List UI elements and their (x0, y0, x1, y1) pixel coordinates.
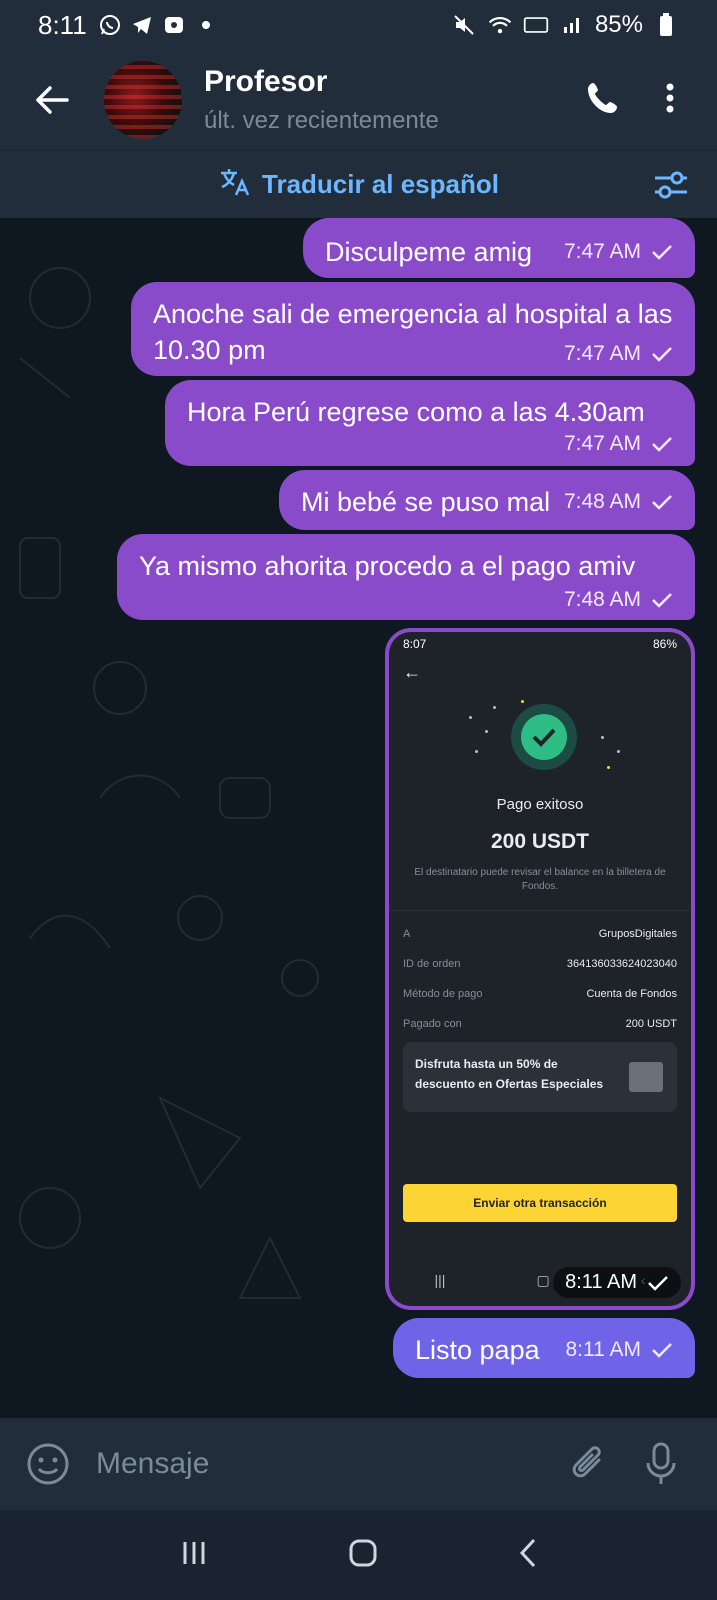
message-time: 7:47 AM (563, 432, 641, 455)
screenshot-status-time: 8:07 (403, 637, 427, 651)
coupon-icon (629, 1062, 663, 1092)
checkmark-icon (532, 728, 556, 747)
message-text: Mi bebé se puso mal (301, 487, 551, 517)
payment-screenshot: 8:07 86% ← Pago exitoso 200 USDT El dest… (389, 632, 691, 1306)
avatar[interactable] (104, 61, 182, 139)
message-bubble[interactable]: Hora Perú regrese como a las 4.30am 7:47… (165, 380, 695, 466)
status-bar: 8:11 85% (0, 0, 717, 50)
divider (389, 910, 691, 911)
call-button[interactable] (585, 80, 621, 121)
message-text: Ya mismo ahorita procedo a el pago amiv (139, 551, 636, 581)
recent-apps-icon (183, 1541, 205, 1564)
chat-title-block[interactable]: Profesor últ. vez recientemente (204, 65, 439, 135)
back-button[interactable] (0, 50, 104, 150)
check-icon (652, 437, 672, 452)
message-bubble[interactable]: Anoche sali de emergencia al hospital a … (131, 282, 695, 376)
emoji-icon (27, 1443, 69, 1485)
message-time: 7:48 AM (563, 588, 641, 611)
signal-icon (559, 12, 585, 38)
send-another-transaction-button: Enviar otra transacción (403, 1184, 677, 1222)
system-back-button[interactable] (518, 1537, 538, 1574)
detail-row: A GruposDigitales (403, 928, 677, 940)
message-bubble[interactable]: Listo papa 8:11 AM (393, 1318, 695, 1378)
message-time: 7:47 AM (563, 342, 641, 365)
telegram-icon (129, 12, 155, 38)
payment-note: El destinatario puede revisar el balance… (414, 867, 666, 892)
emoji-button[interactable] (0, 1418, 96, 1510)
message-bubble[interactable]: Mi bebé se puso mal 7:48 AM (279, 470, 695, 530)
paperclip-icon (572, 1446, 601, 1478)
check-icon (652, 245, 672, 260)
chat-status: últ. vez recientemente (204, 107, 439, 134)
translate-label: Traducir al español (262, 169, 499, 199)
app-icon (161, 12, 187, 38)
message-text: Hora Perú regrese como a las 4.30am (187, 397, 645, 427)
recent-apps-button[interactable] (179, 1538, 209, 1573)
home-button[interactable] (347, 1537, 379, 1574)
message-bubble[interactable]: Ya mismo ahorita procedo a el pago amiv … (117, 534, 695, 620)
mute-icon (451, 12, 477, 38)
battery-icon (653, 12, 679, 38)
home-icon (349, 1539, 377, 1566)
detail-row: ID de orden 364136033624023040 (403, 958, 677, 970)
screenshot-back-icon: ← (403, 662, 421, 682)
image-message-time: 8:11 AM (553, 1267, 681, 1298)
payment-status-title: Pago exitoso (496, 796, 584, 813)
detail-row: Pagado con 200 USDT (403, 1018, 677, 1030)
chat-header: Profesor últ. vez recientemente (0, 50, 717, 150)
detail-row: Método de pago Cuenta de Fondos (403, 988, 677, 1000)
check-icon (652, 347, 672, 362)
screenshot-status-battery: 86% (652, 637, 677, 651)
message-time: 8:11 AM (565, 1338, 642, 1361)
check-icon (652, 495, 672, 510)
phone-icon (588, 82, 617, 113)
translate-settings-button[interactable] (651, 165, 691, 205)
promo-banner: Disfruta hasta un 50% de descuento en Of… (403, 1042, 677, 1112)
chevron-left-icon (519, 1538, 535, 1567)
success-badge (511, 704, 577, 770)
wifi-icon (487, 12, 513, 38)
message-composer (0, 1418, 717, 1510)
more-vertical-icon (666, 83, 674, 112)
message-time: 7:48 AM (563, 490, 641, 513)
voice-message-button[interactable] (625, 1418, 697, 1510)
image-message[interactable]: 8:07 86% ← Pago exitoso 200 USDT El dest… (385, 628, 695, 1310)
notification-dot-icon (193, 12, 219, 38)
message-bubble[interactable]: Disculpeme amig 7:47 AM (303, 218, 695, 278)
arrow-left-icon (36, 86, 69, 114)
attach-button[interactable] (553, 1418, 625, 1510)
translate-bar[interactable]: Traducir al español (0, 150, 717, 218)
chat-area[interactable]: Disculpeme amig 7:47 AM Anoche sali de e… (0, 218, 717, 1418)
message-text: Disculpeme amig (325, 237, 533, 267)
whatsapp-icon (97, 12, 123, 38)
sliders-icon (655, 171, 687, 199)
message-time: 7:47 AM (563, 240, 641, 263)
translate-icon (218, 165, 252, 204)
message-input[interactable] (96, 1447, 553, 1481)
message-text: Listo papa (415, 1335, 540, 1365)
system-nav-bar (0, 1510, 717, 1600)
check-icon (652, 593, 672, 608)
payment-amount: 200 USDT (490, 830, 590, 853)
microphone-icon (646, 1442, 676, 1484)
chat-title: Profesor (204, 65, 328, 98)
check-icon (652, 1343, 672, 1358)
more-options-button[interactable] (665, 82, 675, 119)
volte-icon (523, 12, 549, 38)
status-time: 8:11 (38, 9, 87, 40)
battery-percent: 85% (594, 11, 643, 38)
check-icon (648, 1275, 668, 1291)
